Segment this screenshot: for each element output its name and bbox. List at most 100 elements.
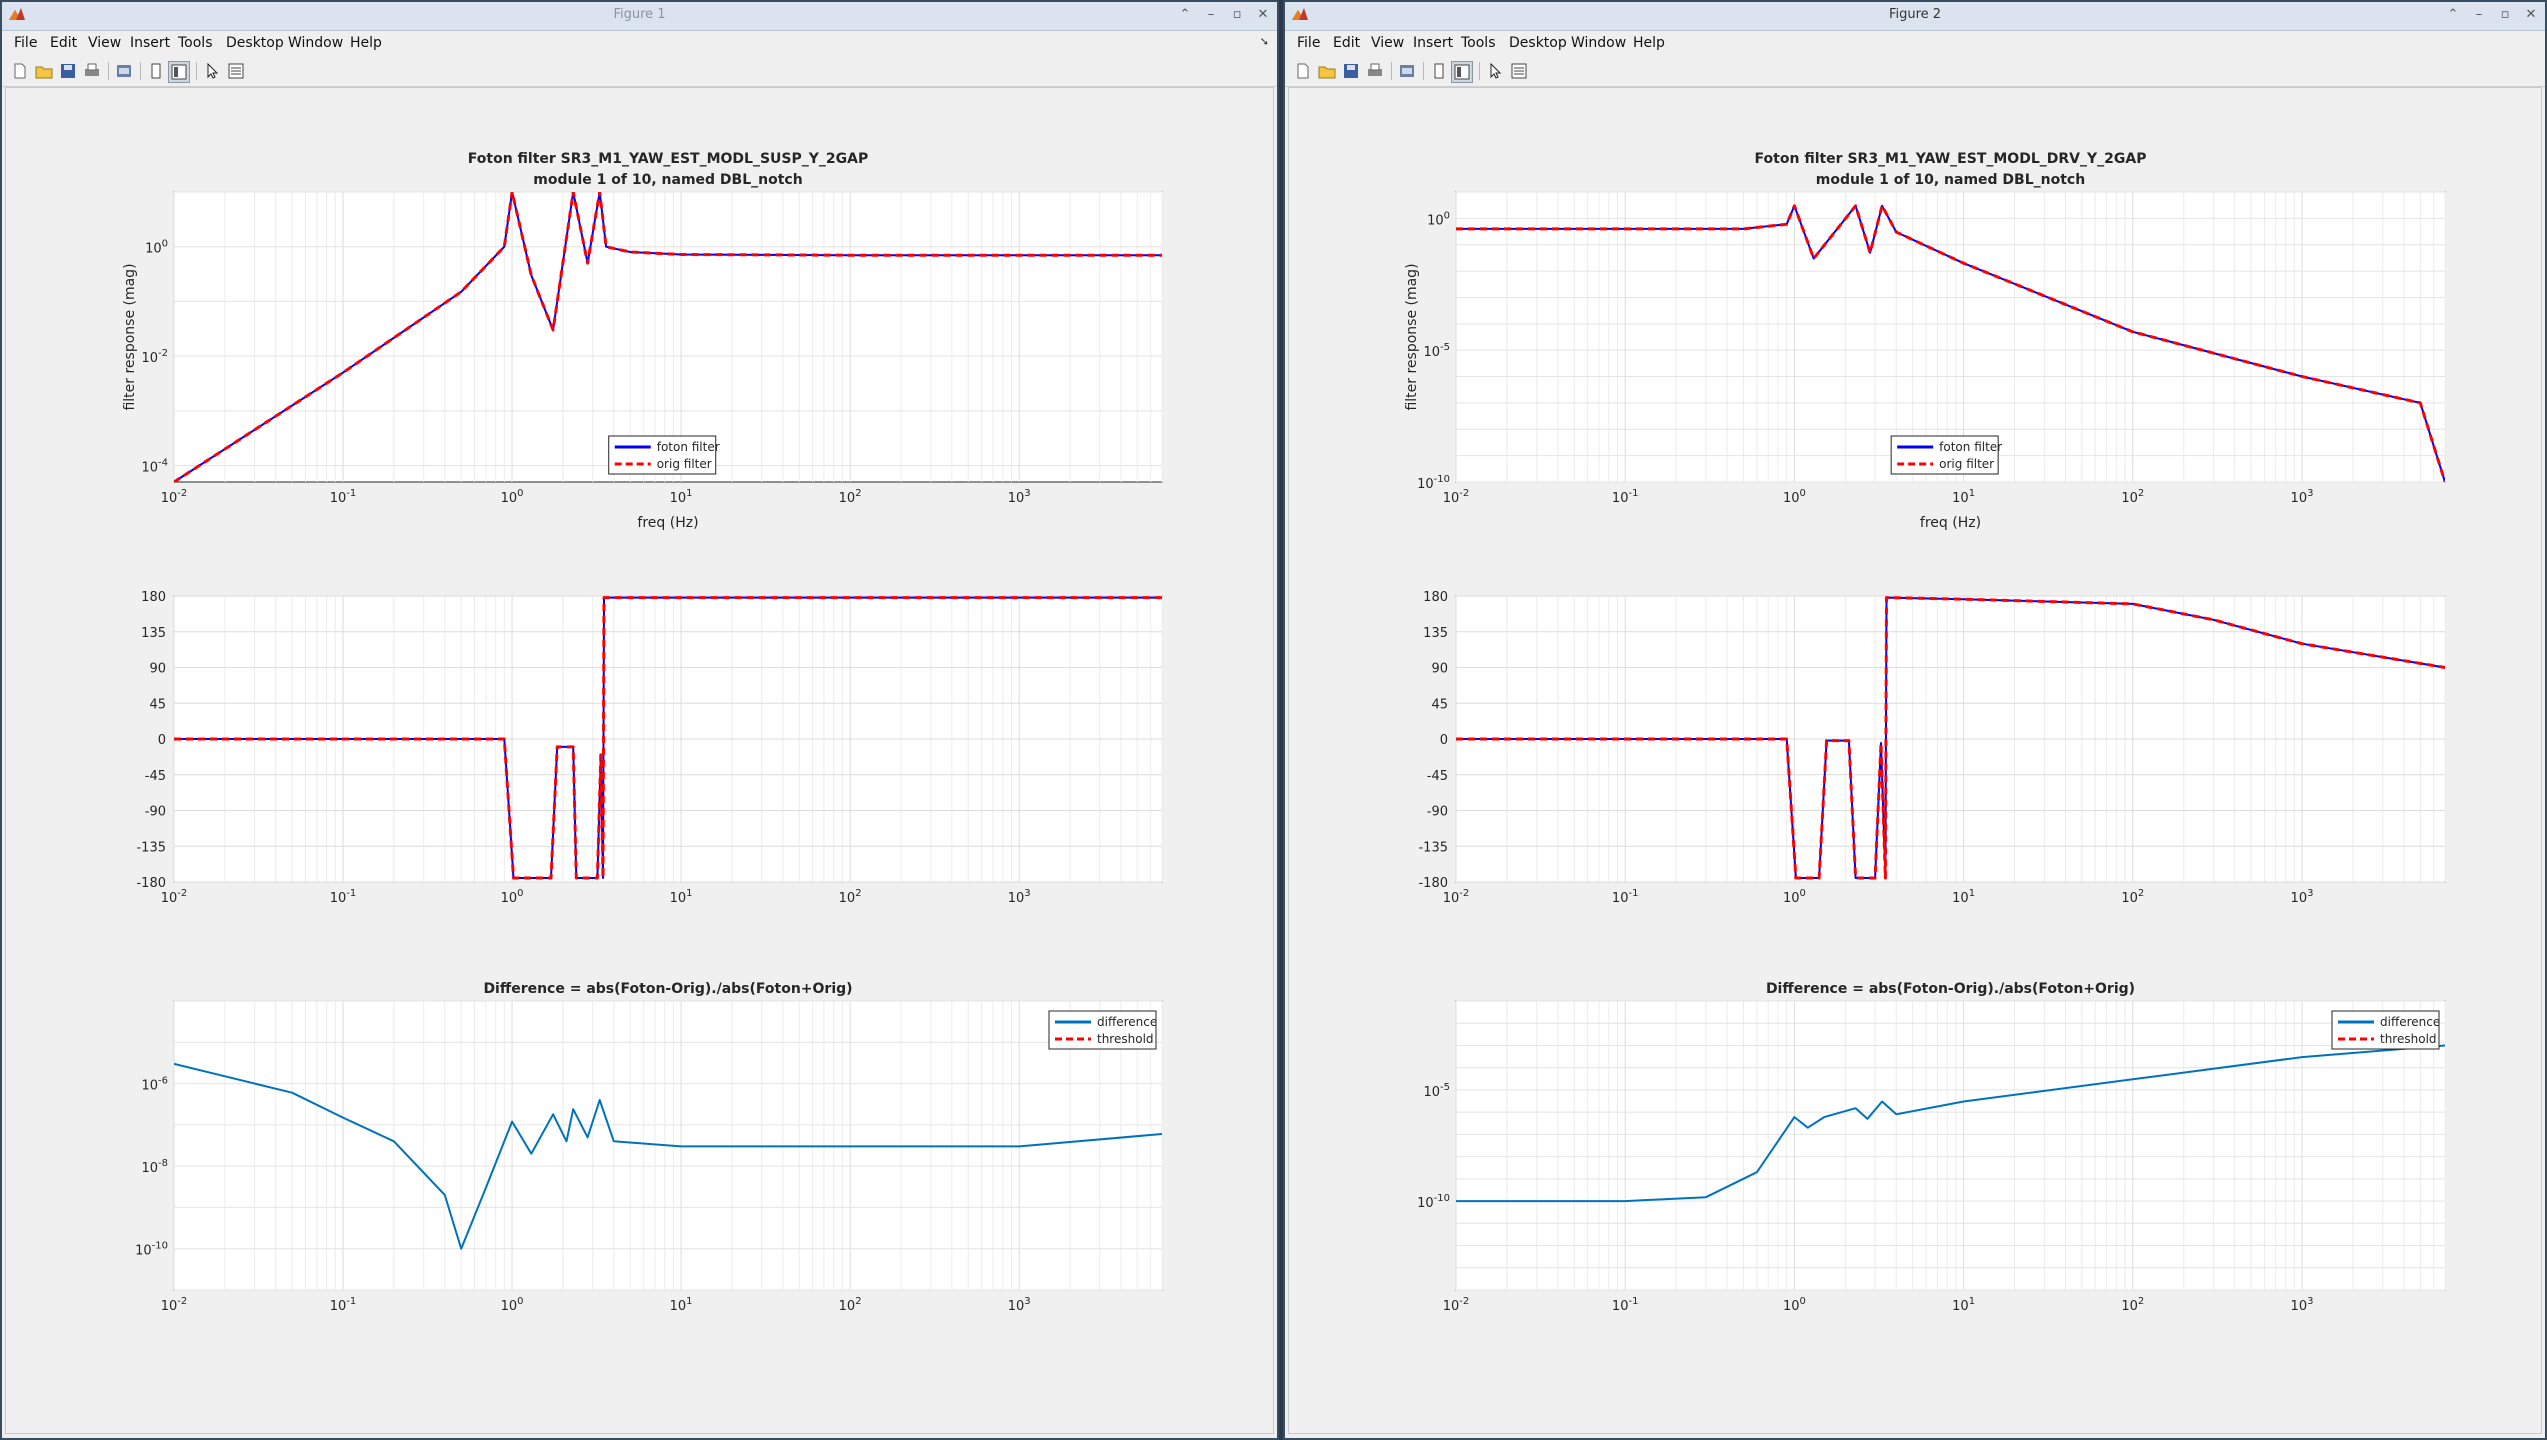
minimize-icon[interactable]: – xyxy=(1203,6,1219,24)
property-editor-icon[interactable] xyxy=(226,61,246,81)
x-tick-label: 102 xyxy=(2121,888,2144,906)
y-tick-label: 10-10 xyxy=(1417,474,1450,492)
help-arrow-icon[interactable]: ⌃ xyxy=(1177,6,1193,24)
x-tick-label: 103 xyxy=(2291,488,2314,506)
dock-arrow-icon[interactable]: ➘ xyxy=(1260,35,1269,48)
help-arrow-icon[interactable]: ⌃ xyxy=(2445,6,2461,24)
x-tick-label: 101 xyxy=(670,488,693,506)
y-tick-label: 135 xyxy=(1423,626,1448,641)
figure-canvas: 10-2 10-1 100 101 102 103 100 10-2 10-4 Foton fil… xyxy=(5,87,1274,1434)
plot-title: module 1 of 10, named DBL_notch xyxy=(1816,172,2085,188)
y-tick-label: 135 xyxy=(141,626,166,641)
property-editor-icon[interactable] xyxy=(1509,61,1529,81)
maximize-icon[interactable]: ▫ xyxy=(2497,6,2513,24)
menu-window[interactable]: Window xyxy=(1571,35,1626,51)
link-plot-icon[interactable] xyxy=(1397,61,1417,81)
axes-phase: 10-2 10-1 100 101 102 10318013590450-45-90-13… xyxy=(1418,590,2446,906)
menu-tools[interactable]: Tools xyxy=(178,35,213,51)
x-tick-label: 101 xyxy=(670,1296,693,1314)
menu-help[interactable]: Help xyxy=(350,35,382,51)
close-icon[interactable]: ✕ xyxy=(1255,6,1271,24)
y-tick-label: 45 xyxy=(149,697,166,712)
menu-window[interactable]: Window xyxy=(288,35,343,51)
axes-mag: 10-2 10-1 100 101 102 103 100 10-2 10-4 Foton fil… xyxy=(122,151,1163,531)
y-tick-label: 10-10 xyxy=(1417,1193,1450,1211)
hide-plot-tools-icon[interactable] xyxy=(146,61,166,81)
y-axis-label: filter response (mag) xyxy=(122,263,138,410)
y-tick-label: 180 xyxy=(141,590,166,605)
new-figure-icon[interactable] xyxy=(10,61,30,81)
menu-insert[interactable]: Insert xyxy=(1413,35,1453,51)
save-icon[interactable] xyxy=(58,61,78,81)
legend: difference threshold xyxy=(1048,1010,1157,1050)
menu-help[interactable]: Help xyxy=(1633,35,1665,51)
x-tick-label: 10-1 xyxy=(330,888,357,906)
figure-canvas: 10-2 10-1 100 101 102 103 100 10-5 10-10 Foton fi… xyxy=(1288,87,2542,1434)
x-axis-label: freq (Hz) xyxy=(637,515,698,531)
menu-view[interactable]: View xyxy=(88,35,121,51)
menu-insert[interactable]: Insert xyxy=(130,35,170,51)
pointer-icon[interactable] xyxy=(1485,61,1505,81)
menu-desktop[interactable]: Desktop xyxy=(226,35,284,51)
x-tick-label: 102 xyxy=(839,488,862,506)
axes-mag: 10-2 10-1 100 101 102 103 100 10-5 10-10 Foton fi… xyxy=(1404,151,2446,531)
y-tick-label: 100 xyxy=(1427,210,1450,228)
x-tick-label: 103 xyxy=(2291,888,2314,906)
x-tick-label: 10-2 xyxy=(161,1296,188,1314)
new-figure-icon[interactable] xyxy=(1293,61,1313,81)
show-plot-tools-icon[interactable] xyxy=(168,61,190,83)
window-title: Figure 2 xyxy=(1888,7,1942,22)
x-tick-label: 100 xyxy=(501,888,524,906)
print-icon[interactable] xyxy=(82,61,102,81)
x-tick-label: 10-1 xyxy=(330,1296,357,1314)
y-tick-label: 10-8 xyxy=(141,1158,168,1176)
legend: foton filter orig filter xyxy=(608,435,720,475)
legend-entry: difference xyxy=(1097,1015,1157,1029)
menu-file[interactable]: File xyxy=(1297,35,1320,51)
y-tick-label: 0 xyxy=(158,733,166,748)
title-bar[interactable]: Figure 1 ⌃ – ▫ ✕ xyxy=(2,2,1277,31)
close-icon[interactable]: ✕ xyxy=(2523,6,2539,24)
y-tick-label: 10-10 xyxy=(135,1241,168,1259)
x-tick-label: 10-1 xyxy=(1612,1296,1639,1314)
figure-1-axes: 10-2 10-1 100 101 102 103 100 10-2 10-4 Foton fil… xyxy=(122,151,1163,1314)
y-tick-label: 45 xyxy=(1431,697,1448,712)
axes-diff: 10-2 10-1 100 101 102 103 10-6 10-8 10-10 Differe… xyxy=(135,981,1163,1314)
hide-plot-tools-icon[interactable] xyxy=(1429,61,1449,81)
print-icon[interactable] xyxy=(1365,61,1385,81)
x-tick-label: 100 xyxy=(501,488,524,506)
legend-entry: foton filter xyxy=(1939,440,2002,454)
menu-desktop[interactable]: Desktop xyxy=(1509,35,1567,51)
x-tick-label: 102 xyxy=(2121,1296,2144,1314)
y-tick-label: -180 xyxy=(136,876,166,891)
x-tick-label: 103 xyxy=(2291,1296,2314,1314)
title-bar[interactable]: Figure 2 ⌃ – ▫ ✕ xyxy=(1285,2,2545,31)
x-tick-label: 10-2 xyxy=(1443,488,1470,506)
y-tick-label: -90 xyxy=(1427,805,1448,820)
menu-edit[interactable]: Edit xyxy=(50,35,77,51)
x-tick-label: 10-2 xyxy=(161,488,188,506)
minimize-icon[interactable]: – xyxy=(2471,6,2487,24)
window-title: Figure 1 xyxy=(613,7,666,22)
show-plot-tools-icon[interactable] xyxy=(1451,61,1473,83)
menu-tools[interactable]: Tools xyxy=(1461,35,1496,51)
open-file-icon[interactable] xyxy=(34,61,54,81)
menu-view[interactable]: View xyxy=(1371,35,1404,51)
pointer-icon[interactable] xyxy=(202,61,222,81)
x-tick-label: 103 xyxy=(1008,888,1031,906)
open-file-icon[interactable] xyxy=(1317,61,1337,81)
axes-diff: 10-2 10-1 100 101 102 103 10-5 10-10 Difference … xyxy=(1417,981,2446,1314)
legend: foton filter orig filter xyxy=(1890,435,2002,475)
x-tick-label: 100 xyxy=(1783,888,1806,906)
maximize-icon[interactable]: ▫ xyxy=(1229,6,1245,24)
x-tick-label: 100 xyxy=(1783,488,1806,506)
y-axis-label: filter response (mag) xyxy=(1404,263,1420,410)
link-plot-icon[interactable] xyxy=(114,61,134,81)
menu-edit[interactable]: Edit xyxy=(1333,35,1360,51)
menu-file[interactable]: File xyxy=(14,35,37,51)
plot-title: module 1 of 10, named DBL_notch xyxy=(533,172,802,188)
x-tick-label: 102 xyxy=(2121,488,2144,506)
x-tick-label: 102 xyxy=(839,888,862,906)
save-icon[interactable] xyxy=(1341,61,1361,81)
figure-1-window: Figure 1 ⌃ – ▫ ✕ File Edit View Insert T… xyxy=(0,0,1279,1440)
